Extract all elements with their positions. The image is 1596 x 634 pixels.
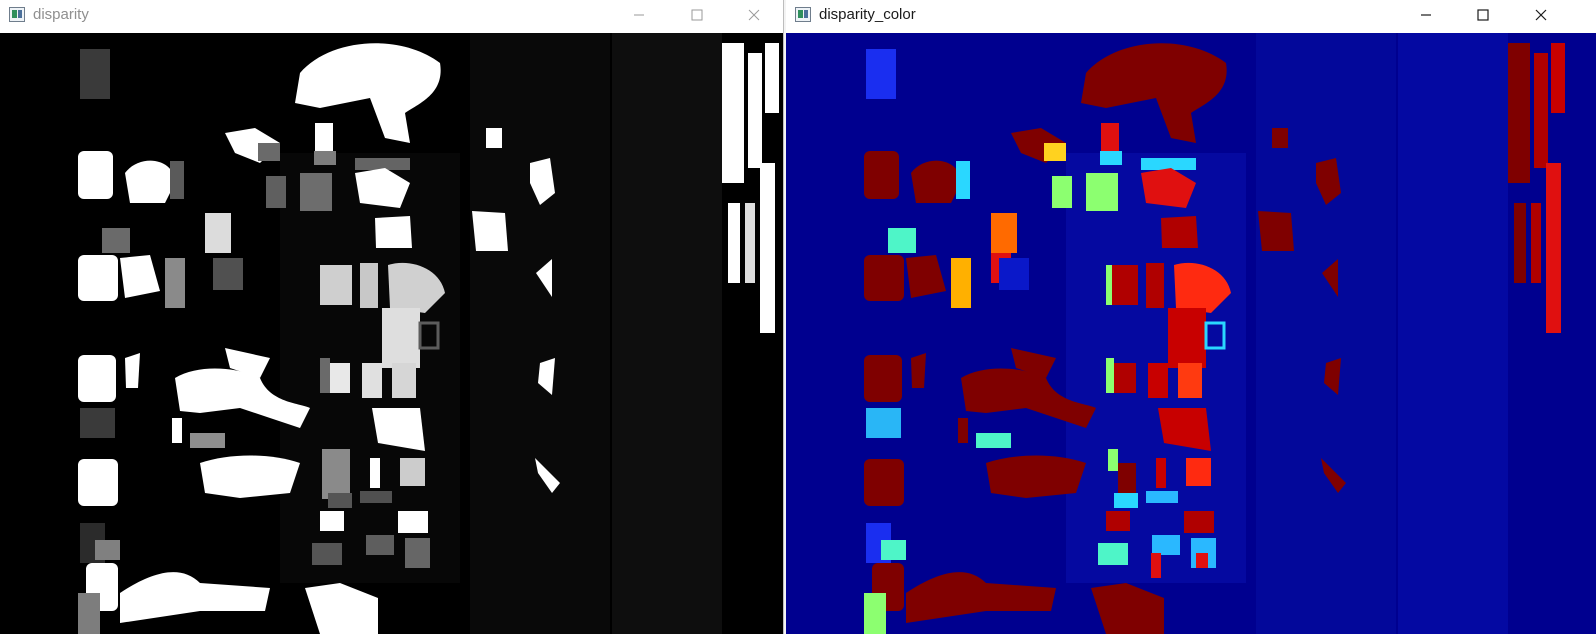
minimize-button[interactable] <box>1403 0 1449 30</box>
disparity-color-window: disparity_color <box>786 0 1596 634</box>
disparity-window: disparity <box>0 0 784 634</box>
window-title: disparity <box>33 6 89 23</box>
maximize-icon <box>691 9 703 21</box>
minimize-icon <box>634 14 644 16</box>
minimize-button[interactable] <box>616 0 662 30</box>
minimize-icon <box>1421 14 1431 16</box>
title-bar[interactable]: disparity <box>0 0 783 32</box>
close-icon <box>748 9 760 21</box>
maximize-icon <box>1477 9 1489 21</box>
maximize-button[interactable] <box>1460 0 1506 30</box>
maximize-button[interactable] <box>674 0 720 30</box>
close-button[interactable] <box>731 0 777 30</box>
window-title: disparity_color <box>819 6 916 23</box>
disparity-image <box>0 33 783 634</box>
app-window-icon <box>795 7 811 22</box>
disparity-color-image <box>786 33 1596 634</box>
close-button[interactable] <box>1518 0 1564 30</box>
close-icon <box>1535 9 1547 21</box>
app-window-icon <box>9 7 25 22</box>
title-bar[interactable]: disparity_color <box>786 0 1596 32</box>
